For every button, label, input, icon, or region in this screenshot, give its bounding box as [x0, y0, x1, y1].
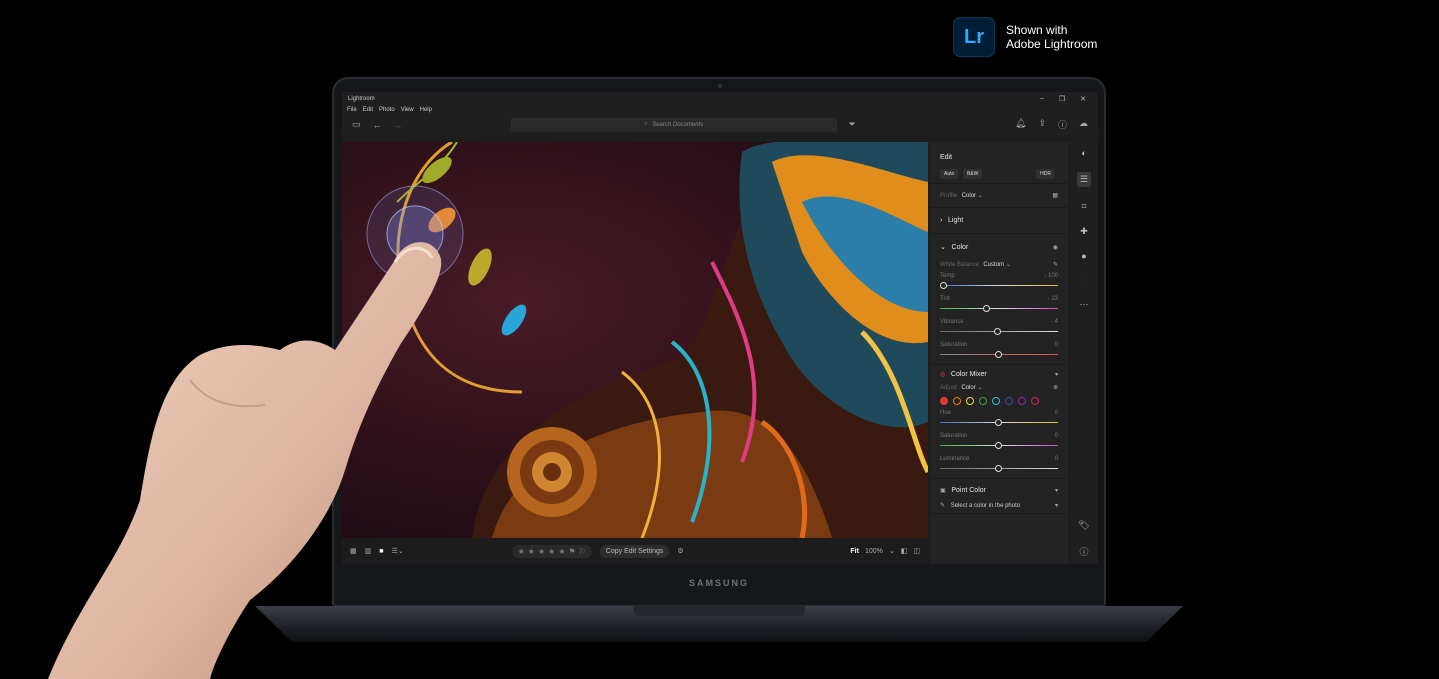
pointing-hand [48, 242, 442, 679]
